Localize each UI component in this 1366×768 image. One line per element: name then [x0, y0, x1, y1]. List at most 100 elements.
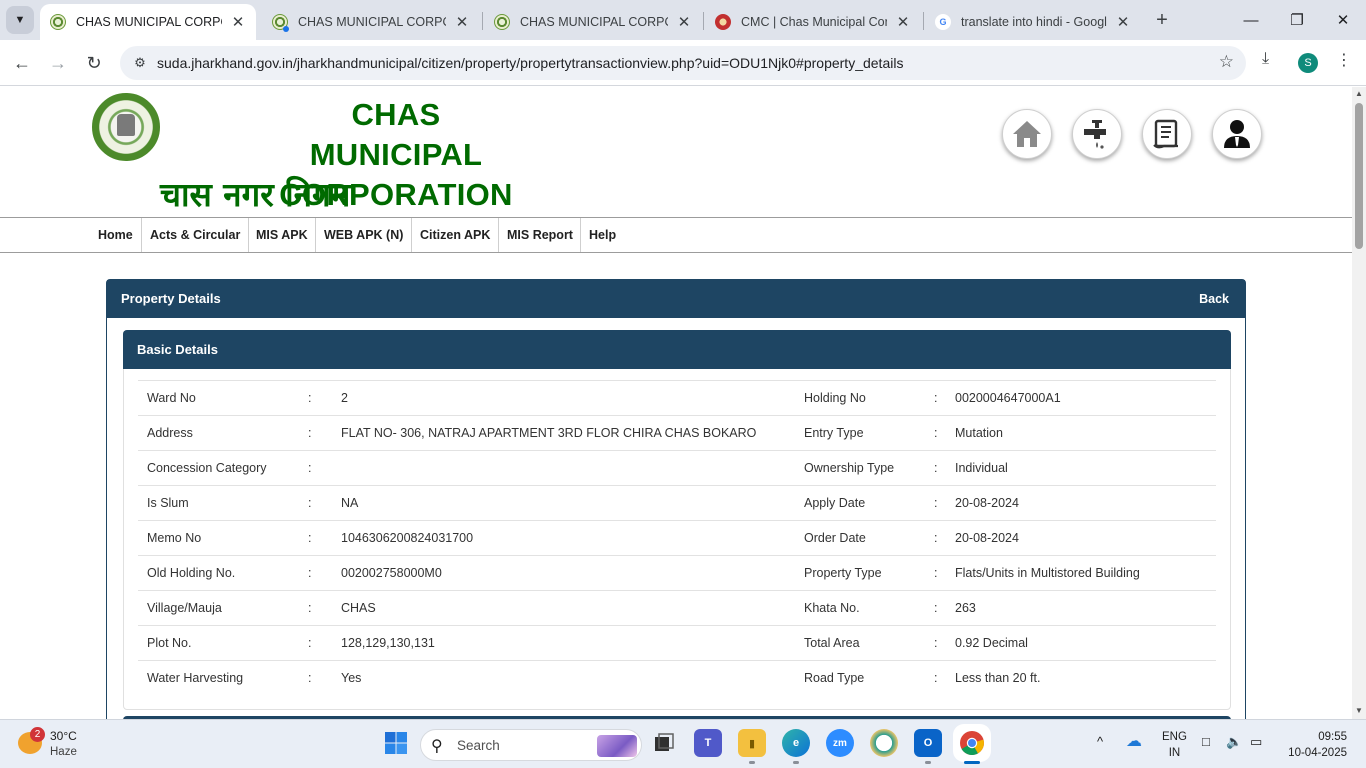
field-separator: : [934, 566, 938, 580]
weather-description[interactable]: Haze [50, 746, 77, 758]
jharkhand-emblem-logo [92, 93, 160, 161]
chrome-app[interactable] [958, 729, 986, 757]
task-view-button[interactable] [650, 729, 678, 757]
main-navigation: Home Acts & Circular MIS APK WEB APK (N)… [0, 217, 1352, 253]
nav-separator [248, 218, 249, 252]
user-login-button[interactable] [1212, 109, 1262, 159]
basic-details-section: Basic Details Ward No: 2 Holding No: 002000… [123, 330, 1231, 710]
url-path: /jharkhandmunicipal/citizen/property/pro… [292, 55, 904, 71]
field-value: Less than 20 ft. [955, 671, 1041, 686]
teams-app[interactable]: T [694, 729, 722, 757]
weather-badge: 2 [30, 727, 45, 742]
field-label: Khata No. [804, 601, 860, 615]
file-explorer-app[interactable]: ▮ [738, 729, 766, 757]
close-icon[interactable]: ✕ [1115, 13, 1131, 31]
scrollbar-thumb[interactable] [1355, 103, 1363, 249]
browser-tab[interactable]: CHAS MUNICIPAL CORPORA ✕ [262, 4, 480, 40]
back-link[interactable]: Back [1199, 292, 1229, 306]
field-separator: : [934, 671, 938, 686]
teams-icon: T [704, 737, 712, 749]
minimize-button[interactable]: — [1228, 0, 1274, 40]
start-button[interactable] [382, 729, 410, 757]
water-tap-button[interactable] [1072, 109, 1122, 159]
nav-item-citizen-apk[interactable]: Citizen APK [420, 218, 490, 252]
site-info-icon[interactable]: ⚙ [128, 51, 152, 75]
url-host: suda.jharkhand.gov.in [157, 55, 293, 71]
nav-item-mis-report[interactable]: MIS Report [507, 218, 573, 252]
field-label: Order Date [804, 531, 866, 545]
browser-tab[interactable]: CHAS MUNICIPAL CORPORA ✕ [40, 4, 256, 40]
nav-item-mis-apk[interactable]: MIS APK [256, 218, 308, 252]
nav-separator [411, 218, 412, 252]
scroll-down-icon[interactable]: ▼ [1355, 706, 1363, 715]
close-icon[interactable]: ✕ [895, 13, 911, 31]
search-placeholder: Search [457, 738, 500, 753]
field-value: NA [341, 496, 359, 510]
home-icon-button[interactable] [1002, 109, 1052, 159]
field-value: CHAS [341, 601, 376, 615]
user-icon [1224, 120, 1250, 148]
nav-item-web-apk[interactable]: WEB APK (N) [324, 218, 403, 252]
download-icon[interactable]: ⤓ [1262, 50, 1269, 68]
browser-tab[interactable]: CMC | Chas Municipal Corpo ✕ [705, 4, 921, 40]
running-indicator [749, 761, 755, 764]
onedrive-cloud-icon[interactable]: ☁ [1126, 731, 1142, 751]
scroll-up-icon[interactable]: ▲ [1355, 89, 1363, 98]
system-clock[interactable]: 09:55 10-04-2025 [1283, 729, 1347, 761]
certificate-button[interactable] [1142, 109, 1192, 159]
nav-item-home[interactable]: Home [98, 218, 133, 252]
browser-tab[interactable]: G translate into hindi - Google ✕ [925, 4, 1141, 40]
zoom-app[interactable]: zm [826, 729, 854, 757]
bookmark-star-icon[interactable]: ☆ [1219, 52, 1234, 72]
restore-button[interactable]: ❐ [1274, 0, 1320, 40]
profile-avatar[interactable]: S [1298, 53, 1318, 73]
language-indicator[interactable]: ENG IN [1162, 729, 1187, 761]
nav-item-acts-circular[interactable]: Acts & Circular [150, 218, 240, 252]
window-close-button[interactable]: ✕ [1320, 0, 1366, 40]
chevron-up-icon[interactable]: ^ [1097, 734, 1103, 749]
network-icon[interactable]: □ [1202, 734, 1210, 749]
field-separator: : [308, 496, 312, 510]
windows-taskbar: 2 30°C Haze ⚲ Search T ▮ e zm O ^ ☁ ENG … [0, 719, 1366, 768]
field-separator: : [308, 671, 312, 686]
menu-kebab-icon[interactable]: ⋮ [1336, 50, 1352, 70]
reload-button[interactable]: ↻ [80, 49, 108, 77]
basic-details-table: Ward No: 2 Holding No: 0020004647000A1 Addre… [138, 380, 1216, 696]
weather-temperature[interactable]: 30°C [50, 729, 77, 743]
field-label: Old Holding No. [147, 566, 236, 580]
field-separator: : [934, 636, 938, 650]
close-icon[interactable]: ✕ [454, 13, 470, 31]
taskbar-search[interactable]: ⚲ Search [420, 729, 642, 761]
field-value: Flats/Units in Multistored Building [955, 566, 1140, 580]
field-value: 263 [955, 601, 976, 615]
close-icon[interactable]: ✕ [676, 13, 692, 31]
section-title: Basic Details [137, 342, 218, 357]
field-separator: : [308, 636, 312, 650]
volume-icon[interactable]: 🔈 [1226, 734, 1242, 750]
water-tap-icon [1084, 120, 1106, 149]
tab-search-button[interactable]: ▼ [6, 6, 34, 34]
field-value: 002002758000M0 [341, 566, 442, 580]
url-text[interactable]: suda.jharkhand.gov.in/jharkhandmunicipal… [157, 55, 903, 71]
site-title-hindi: चास नगर निगम [160, 175, 351, 214]
nav-item-help[interactable]: Help [589, 218, 616, 252]
browser-tab[interactable]: CHAS MUNICIPAL CORPORA ✕ [484, 4, 702, 40]
field-value: Individual [955, 461, 1008, 475]
page-scrollbar[interactable]: ▲ ▼ [1352, 87, 1366, 719]
battery-icon[interactable]: ▭ [1250, 734, 1262, 750]
site-emblem-icon [494, 14, 510, 30]
back-button[interactable]: ← [8, 49, 36, 77]
clock-date: 10-04-2025 [1288, 747, 1347, 759]
close-icon[interactable]: ✕ [230, 13, 246, 31]
address-bar[interactable]: ⚙ suda.jharkhand.gov.in/jharkhandmunicip… [120, 46, 1246, 80]
new-tab-button[interactable]: + [1150, 8, 1174, 32]
field-label: Road Type [804, 671, 865, 686]
outlook-app[interactable]: O [914, 729, 942, 757]
field-separator: : [308, 531, 312, 545]
table-row: Memo No: 1046306200824031700 Order Date: 20… [138, 520, 1216, 556]
plus-icon: + [1156, 9, 1168, 31]
edge-app[interactable]: e [782, 729, 810, 757]
field-label: Holding No [804, 391, 866, 405]
forward-button[interactable]: → [44, 49, 72, 77]
pinned-app[interactable] [870, 729, 898, 757]
